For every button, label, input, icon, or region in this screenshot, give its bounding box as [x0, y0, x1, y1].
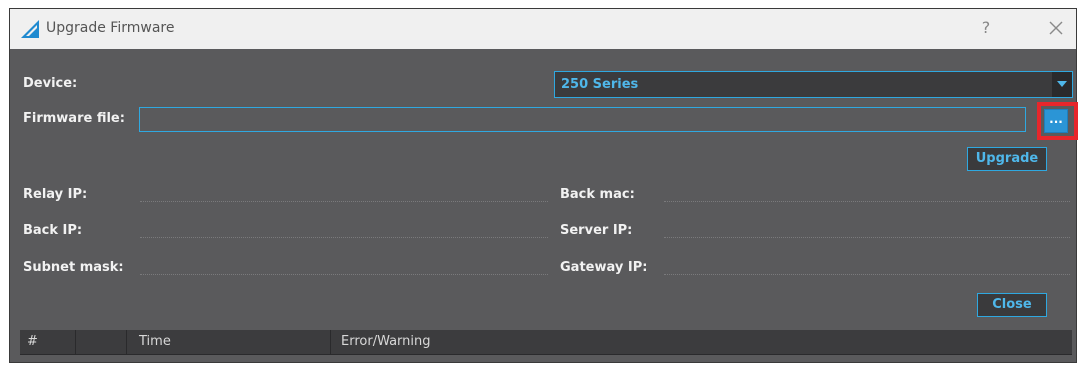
server-ip-label: Server IP: — [560, 223, 633, 238]
title-bar: Upgrade Firmware ? — [10, 9, 1076, 49]
column-header-number[interactable]: # — [20, 330, 76, 354]
column-header-time[interactable]: Time — [127, 330, 331, 354]
device-selected-value: 250 Series — [561, 77, 639, 92]
chevron-down-icon — [1057, 81, 1067, 87]
relay-ip-value — [140, 200, 548, 202]
app-logo-icon — [21, 20, 39, 38]
device-select[interactable]: 250 Series — [554, 71, 1073, 98]
gateway-ip-value — [664, 273, 1070, 275]
back-ip-value — [140, 236, 548, 238]
window-title: Upgrade Firmware — [46, 20, 175, 36]
upgrade-button[interactable]: Upgrade — [967, 147, 1047, 171]
upgrade-firmware-dialog: Upgrade Firmware ? Device: 250 Series Fi… — [9, 8, 1078, 363]
firmware-file-input[interactable] — [139, 107, 1026, 132]
firmware-file-label: Firmware file: — [23, 111, 125, 126]
server-ip-value — [664, 236, 1070, 238]
help-button[interactable]: ? — [976, 18, 996, 40]
message-grid-header: # Time Error/Warning — [20, 330, 1072, 355]
subnet-mask-label: Subnet mask: — [23, 260, 124, 275]
column-header-type[interactable] — [76, 330, 127, 354]
back-ip-label: Back IP: — [23, 223, 83, 238]
device-label: Device: — [23, 76, 78, 91]
back-mac-label: Back mac: — [560, 187, 635, 202]
gateway-ip-label: Gateway IP: — [560, 260, 648, 275]
browse-button[interactable]: ... — [1044, 109, 1068, 133]
close-icon[interactable] — [1045, 17, 1067, 39]
column-header-error-warning[interactable]: Error/Warning — [331, 330, 1072, 354]
dropdown-button[interactable] — [1052, 72, 1072, 97]
relay-ip-label: Relay IP: — [23, 187, 88, 202]
subnet-mask-value — [140, 273, 548, 275]
close-button[interactable]: Close — [977, 293, 1047, 317]
back-mac-value — [664, 200, 1070, 202]
